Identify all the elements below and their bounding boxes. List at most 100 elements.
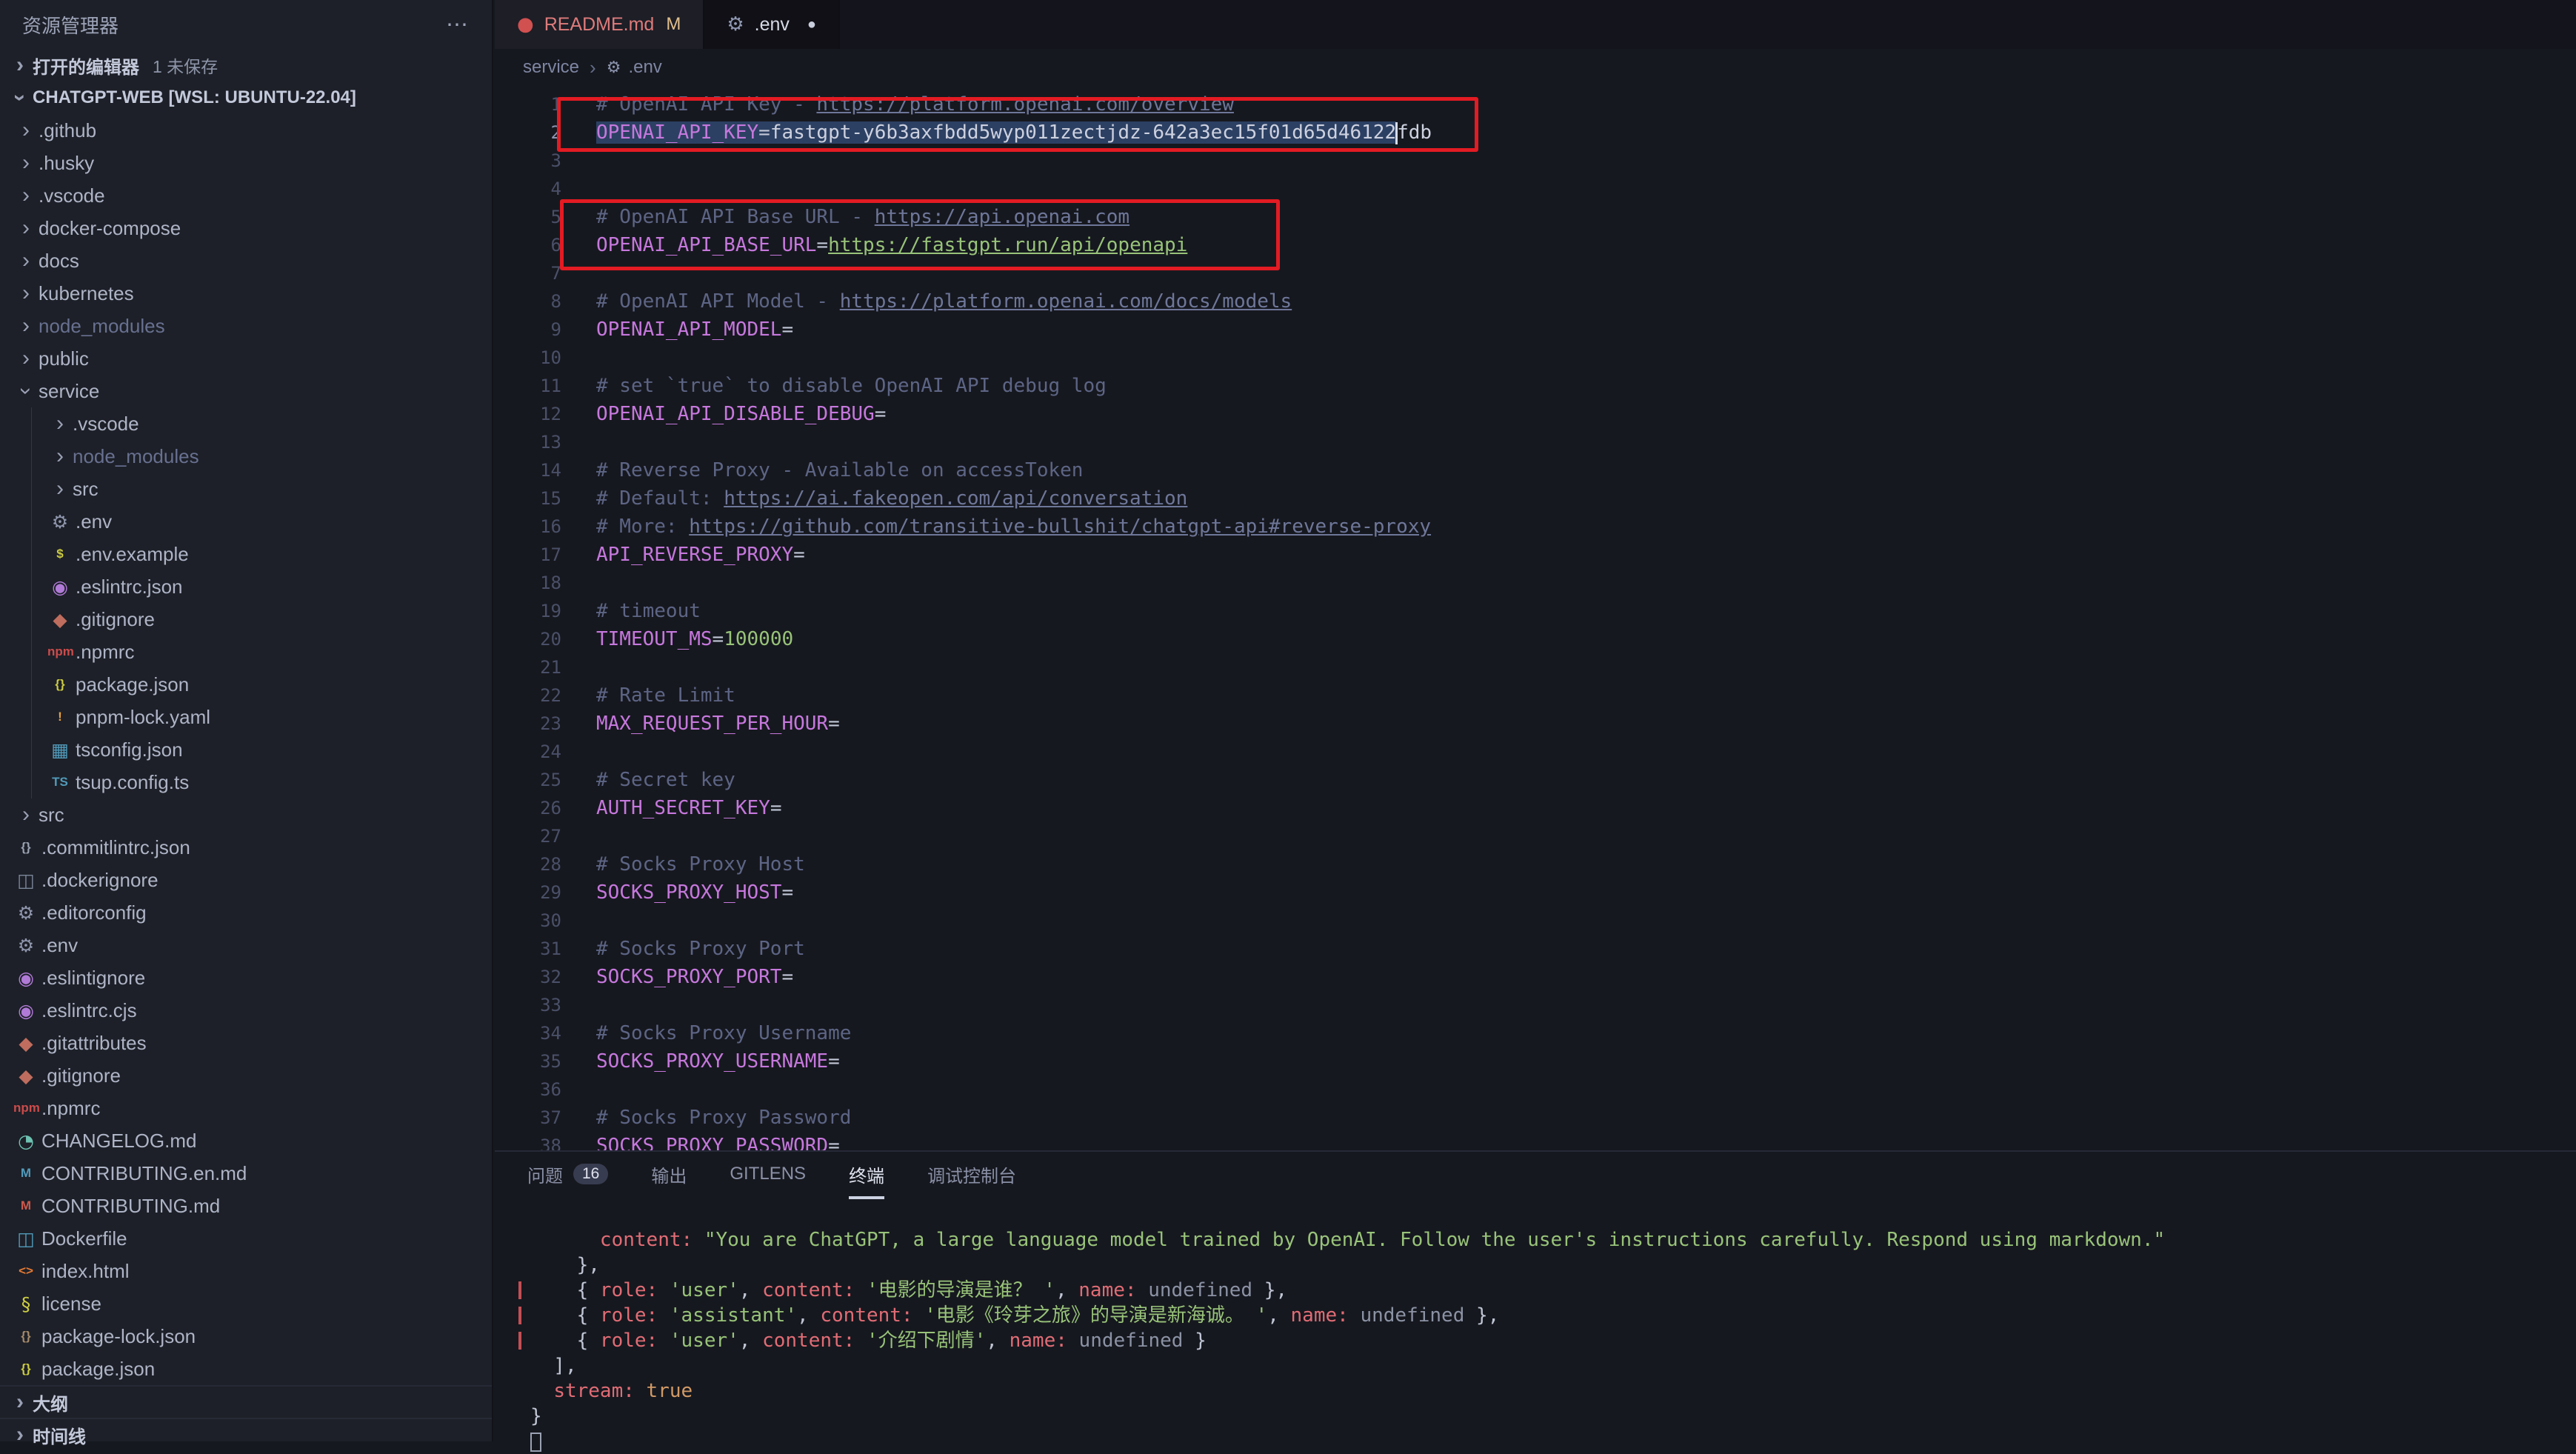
code-line-7[interactable]: 7	[495, 259, 2576, 287]
code-line-29[interactable]: 29SOCKS_PROXY_HOST=	[495, 878, 2576, 907]
line-number[interactable]: 13	[495, 428, 561, 456]
terminal-line-8[interactable]: }	[530, 1404, 2561, 1429]
tree-folder-src[interactable]: src	[0, 473, 492, 505]
breadcrumb-item-file[interactable]: .env	[628, 57, 661, 78]
tree-file-.env[interactable]: ⚙.env	[0, 929, 492, 961]
code-line-8[interactable]: 8# OpenAI API Model - https://platform.o…	[495, 287, 2576, 316]
code-line-1[interactable]: 1# OpenAI API Key - https://platform.ope…	[495, 90, 2576, 119]
code-line-28[interactable]: 28# Socks Proxy Host	[495, 850, 2576, 878]
code-line-33[interactable]: 33	[495, 991, 2576, 1019]
line-number[interactable]: 1	[495, 90, 561, 119]
breadcrumb-item-folder[interactable]: service	[523, 57, 579, 78]
line-number[interactable]: 15	[495, 484, 561, 513]
code-line-34[interactable]: 34# Socks Proxy Username	[495, 1019, 2576, 1047]
line-number[interactable]: 14	[495, 456, 561, 484]
terminal-line-9[interactable]	[530, 1429, 2561, 1454]
tree-file-.gitignore[interactable]: ◆.gitignore	[0, 603, 492, 636]
code-line-15[interactable]: 15# Default: https://ai.fakeopen.com/api…	[495, 484, 2576, 513]
code-line-12[interactable]: 12OPENAI_API_DISABLE_DEBUG=	[495, 400, 2576, 428]
line-number[interactable]: 9	[495, 316, 561, 344]
tree-file-.gitattributes[interactable]: ◆.gitattributes	[0, 1027, 492, 1059]
terminal[interactable]: content: "You are ChatGPT, a large langu…	[530, 1210, 2561, 1441]
tree-file-.npmrc[interactable]: npm.npmrc	[0, 636, 492, 668]
tree-folder-src[interactable]: src	[0, 798, 492, 831]
tree-folder-node_modules[interactable]: node_modules	[0, 440, 492, 473]
tree-file-package.json[interactable]: {}package.json	[0, 1353, 492, 1385]
tree-file-.env[interactable]: ⚙.env	[0, 505, 492, 538]
tree-file-Dockerfile[interactable]: ◫Dockerfile	[0, 1222, 492, 1255]
code-line-16[interactable]: 16# More: https://github.com/transitive-…	[495, 513, 2576, 541]
tree-file-.npmrc[interactable]: npm.npmrc	[0, 1092, 492, 1124]
line-number[interactable]: 35	[495, 1047, 561, 1076]
line-number[interactable]: 8	[495, 287, 561, 316]
line-number[interactable]: 23	[495, 710, 561, 738]
line-number[interactable]: 33	[495, 991, 561, 1019]
line-number[interactable]: 31	[495, 935, 561, 963]
code-line-21[interactable]: 21	[495, 653, 2576, 681]
tree-file-index.html[interactable]: <>index.html	[0, 1255, 492, 1287]
tree-file-license[interactable]: §license	[0, 1287, 492, 1320]
tree-file-CONTRIBUTING.en.md[interactable]: MCONTRIBUTING.en.md	[0, 1157, 492, 1190]
tree-folder-.husky[interactable]: .husky	[0, 147, 492, 179]
tree-file-.dockerignore[interactable]: ◫.dockerignore	[0, 864, 492, 896]
line-number[interactable]: 6	[495, 231, 561, 259]
line-number[interactable]: 10	[495, 344, 561, 372]
line-number[interactable]: 25	[495, 766, 561, 794]
code-line-31[interactable]: 31# Socks Proxy Port	[495, 935, 2576, 963]
tree-file-.editorconfig[interactable]: ⚙.editorconfig	[0, 896, 492, 929]
line-number[interactable]: 2	[495, 119, 561, 147]
tree-file-package-lock.json[interactable]: {}package-lock.json	[0, 1320, 492, 1353]
line-number[interactable]: 38	[495, 1132, 561, 1150]
code-line-4[interactable]: 4	[495, 175, 2576, 203]
tree-file-.eslintignore[interactable]: ◉.eslintignore	[0, 961, 492, 994]
code-line-32[interactable]: 32SOCKS_PROXY_PORT=	[495, 963, 2576, 991]
tree-folder-public[interactable]: public	[0, 342, 492, 375]
code-line-3[interactable]: 3	[495, 147, 2576, 175]
line-number[interactable]: 27	[495, 822, 561, 850]
line-number[interactable]: 34	[495, 1019, 561, 1047]
tree-folder-service[interactable]: service	[0, 375, 492, 407]
code-line-26[interactable]: 26AUTH_SECRET_KEY=	[495, 794, 2576, 822]
terminal-line-1[interactable]: content: "You are ChatGPT, a large langu…	[530, 1227, 2561, 1253]
line-number[interactable]: 4	[495, 175, 561, 203]
line-number[interactable]: 17	[495, 541, 561, 569]
tree-file-pnpm-lock.yaml[interactable]: !pnpm-lock.yaml	[0, 701, 492, 733]
line-number[interactable]: 20	[495, 625, 561, 653]
line-number[interactable]: 21	[495, 653, 561, 681]
code-line-5[interactable]: 5# OpenAI API Base URL - https://api.ope…	[495, 203, 2576, 231]
code-line-30[interactable]: 30	[495, 907, 2576, 935]
terminal-line-7[interactable]: stream: true	[530, 1378, 2561, 1404]
line-number[interactable]: 28	[495, 850, 561, 878]
line-number[interactable]: 24	[495, 738, 561, 766]
code-line-23[interactable]: 23MAX_REQUEST_PER_HOUR=	[495, 710, 2576, 738]
more-actions-icon[interactable]: ⋯	[446, 12, 470, 38]
line-number[interactable]: 30	[495, 907, 561, 935]
unsaved-dot-icon[interactable]: ●	[807, 16, 816, 33]
line-number[interactable]: 12	[495, 400, 561, 428]
code-line-13[interactable]: 13	[495, 428, 2576, 456]
code-line-11[interactable]: 11# set `true` to disable OpenAI API deb…	[495, 372, 2576, 400]
terminal-line-5[interactable]: { role: 'user', content: '介绍下剧情', name: …	[530, 1328, 2561, 1353]
tree-folder-.vscode[interactable]: .vscode	[0, 407, 492, 440]
tree-folder-docs[interactable]: docs	[0, 244, 492, 277]
terminal-line-4[interactable]: { role: 'assistant', content: '电影《玲芽之旅》的…	[530, 1303, 2561, 1328]
code-line-20[interactable]: 20TIMEOUT_MS=100000	[495, 625, 2576, 653]
line-number[interactable]: 16	[495, 513, 561, 541]
tree-file-.eslintrc.json[interactable]: ◉.eslintrc.json	[0, 570, 492, 603]
line-number[interactable]: 36	[495, 1076, 561, 1104]
code-line-17[interactable]: 17API_REVERSE_PROXY=	[495, 541, 2576, 569]
code-line-19[interactable]: 19# timeout	[495, 597, 2576, 625]
code-line-25[interactable]: 25# Secret key	[495, 766, 2576, 794]
line-number[interactable]: 29	[495, 878, 561, 907]
line-number[interactable]: 18	[495, 569, 561, 597]
code-line-14[interactable]: 14# Reverse Proxy - Available on accessT…	[495, 456, 2576, 484]
tab-.env[interactable]: ⚙.env●	[704, 0, 840, 49]
code-line-9[interactable]: 9OPENAI_API_MODEL=	[495, 316, 2576, 344]
tree-file-package.json[interactable]: {}package.json	[0, 668, 492, 701]
line-number[interactable]: 3	[495, 147, 561, 175]
tree-folder-.github[interactable]: .github	[0, 114, 492, 147]
outline-section[interactable]: 大纲	[0, 1385, 492, 1418]
code-line-6[interactable]: 6OPENAI_API_BASE_URL=https://fastgpt.run…	[495, 231, 2576, 259]
tree-folder-docker-compose[interactable]: docker-compose	[0, 212, 492, 244]
line-number[interactable]: 26	[495, 794, 561, 822]
